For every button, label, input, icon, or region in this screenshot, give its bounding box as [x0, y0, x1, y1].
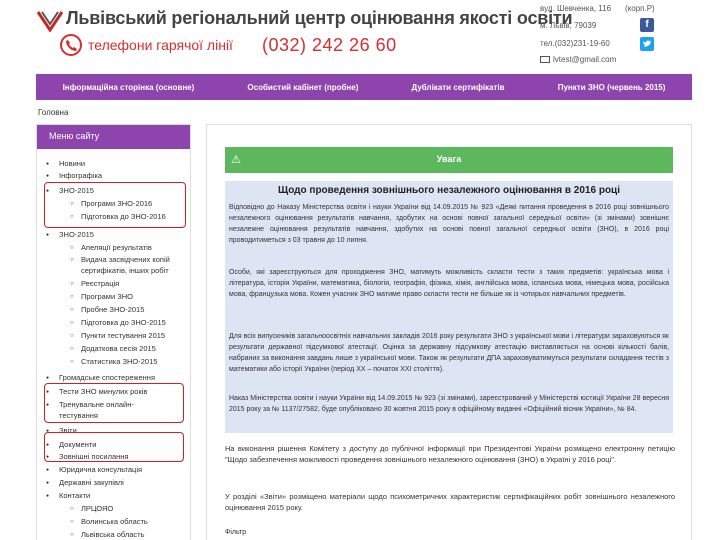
highlight-box [44, 432, 184, 462]
highlight-box [44, 182, 186, 228]
site-header: Львівський регіональний центр оцінювання… [0, 0, 720, 72]
sidebar-item[interactable]: Державні закупівлі [46, 478, 124, 488]
sidebar-item[interactable]: Контакти [46, 491, 90, 501]
sidebar-item[interactable]: Видача засвідчених копій [70, 255, 170, 265]
sidebar-item[interactable]: Статистика ЗНО-2015 [70, 357, 158, 367]
sidebar-item[interactable]: Новини [46, 159, 85, 169]
contact-phone: тел.(032)231-19-60 [540, 39, 610, 48]
nav-item-info[interactable]: Інформаційна сторінка (основне) [63, 83, 195, 92]
notice-paragraph: Особи, які зареєструються для проходженн… [229, 269, 669, 298]
contact-email[interactable]: lvtest@gmail.com [553, 55, 616, 64]
mail-icon [540, 56, 550, 63]
petition-text: На виконання рішення Комітету з доступу … [225, 444, 675, 464]
sidebar-title: Меню сайту [37, 125, 190, 149]
notice-panel: Щодо проведення зовнішнього незалежного … [225, 181, 673, 433]
sidebar-item[interactable]: Волинська область [70, 517, 148, 527]
notice-paragraph: Для всіх випускників загальноосвітніх на… [229, 333, 669, 373]
breadcrumb[interactable]: Головна [38, 108, 68, 117]
main-content: ⚠ Увага Щодо проведення зовнішнього неза… [206, 124, 692, 540]
sidebar-item[interactable]: ЛРЦОЯО [70, 504, 113, 514]
sidebar-item[interactable]: Львівська область [70, 530, 144, 540]
phone-icon [60, 34, 82, 56]
hotline-number: (032) 242 26 60 [262, 35, 397, 55]
alert-title: Увага [436, 154, 462, 164]
facebook-icon[interactable]: f [640, 18, 654, 32]
address-corp: (корп.Р) [625, 4, 655, 13]
sidebar-item[interactable]: сертифікатів, інших робіт [81, 266, 169, 276]
sidebar-item[interactable]: Юридична консультація [46, 465, 142, 475]
address-city: м. Львів, 79039 [540, 21, 597, 30]
hotline-label: телефони гарячої лінії [88, 37, 233, 53]
notice-title: Щодо проведення зовнішнього незалежного … [278, 185, 620, 196]
sidebar-item[interactable]: Пробне ЗНО-2015 [70, 305, 144, 315]
alert-banner: ⚠ Увага [225, 147, 673, 173]
nav-item-duplicates[interactable]: Дублікати сертифікатів [412, 83, 505, 92]
sidebar-item[interactable]: Підготовка до ЗНО-2015 [70, 318, 166, 328]
logo-icon [36, 11, 64, 32]
twitter-icon[interactable] [640, 37, 654, 51]
nav-item-points[interactable]: Пункти ЗНО (червень 2015) [558, 83, 666, 92]
sidebar-item[interactable]: ЗНО-2015 [46, 230, 94, 240]
notice-paragraph: Відповідно до Наказу Міністерства освіти… [229, 204, 669, 244]
reports-text: У розділі «Звіти» розміщено матеріали що… [225, 492, 675, 512]
sidebar-item[interactable]: Реєстрація [70, 279, 119, 289]
sidebar-item[interactable]: Програми ЗНО [70, 292, 133, 302]
site-title[interactable]: Львівський регіональний центр оцінювання… [66, 8, 573, 29]
sidebar-item[interactable]: Додаткова сесія 2015 [70, 344, 156, 354]
sidebar-item[interactable]: Пункти тестування 2015 [70, 331, 165, 341]
highlight-box [44, 383, 184, 423]
address-street: вул. Шевченка, 116 [540, 4, 612, 13]
sidebar-item[interactable]: Інфографіка [46, 171, 102, 181]
filter-label: Фільтр [225, 529, 247, 536]
nav-item-cabinet[interactable]: Особистий кабінет (пробне) [247, 83, 358, 92]
sidebar-item[interactable]: Громадське спостереження [46, 373, 155, 383]
sidebar-item[interactable]: Апеляції результатів [70, 243, 152, 253]
notice-paragraph: Наказ Міністерства освіти і науки Україн… [229, 395, 669, 413]
main-nav: Інформаційна сторінка (основне) Особисти… [36, 74, 692, 100]
